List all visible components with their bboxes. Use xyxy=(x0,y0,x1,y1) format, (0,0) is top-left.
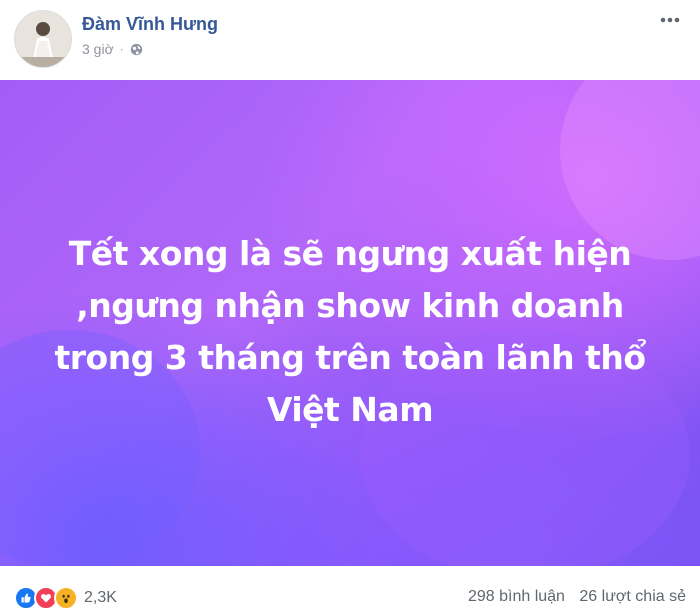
post-header: Đàm Vĩnh Hưng 3 giờ · xyxy=(0,0,700,80)
globe-icon[interactable] xyxy=(130,43,143,56)
more-options-button[interactable] xyxy=(654,10,686,30)
avatar[interactable] xyxy=(14,10,72,68)
avatar-photo-icon xyxy=(15,11,71,67)
status-text: Tết xong là sẽ ngưng xuất hiện ,ngưng nh… xyxy=(20,228,680,436)
status-line: ,ngưng nhận show kinh doanh xyxy=(76,286,624,325)
comment-count[interactable]: 298 bình luận xyxy=(468,588,565,605)
post-footer: 2,3K 298 bình luận 26 lượt chia sẻ xyxy=(0,566,700,616)
separator-dot: · xyxy=(119,42,124,56)
reaction-count[interactable]: 2,3K xyxy=(84,589,117,607)
status-line: Tết xong là sẽ ngưng xuất hiện xyxy=(68,234,632,273)
status-background[interactable]: Tết xong là sẽ ngưng xuất hiện ,ngưng nh… xyxy=(0,80,700,566)
author-name[interactable]: Đàm Vĩnh Hưng xyxy=(82,14,218,35)
reaction-summary[interactable]: 2,3K xyxy=(14,586,117,610)
more-options-icon xyxy=(660,17,680,23)
status-line: Việt Nam xyxy=(266,390,434,429)
post-timestamp[interactable]: 3 giờ xyxy=(82,41,114,57)
wow-icon[interactable] xyxy=(54,586,78,610)
engagement-counts: 298 bình luận 26 lượt chia sẻ xyxy=(468,588,686,606)
share-count[interactable]: 26 lượt chia sẻ xyxy=(579,588,686,605)
post-meta: 3 giờ · xyxy=(82,41,143,57)
status-line: trong 3 tháng trên toàn lãnh thổ xyxy=(54,338,646,377)
